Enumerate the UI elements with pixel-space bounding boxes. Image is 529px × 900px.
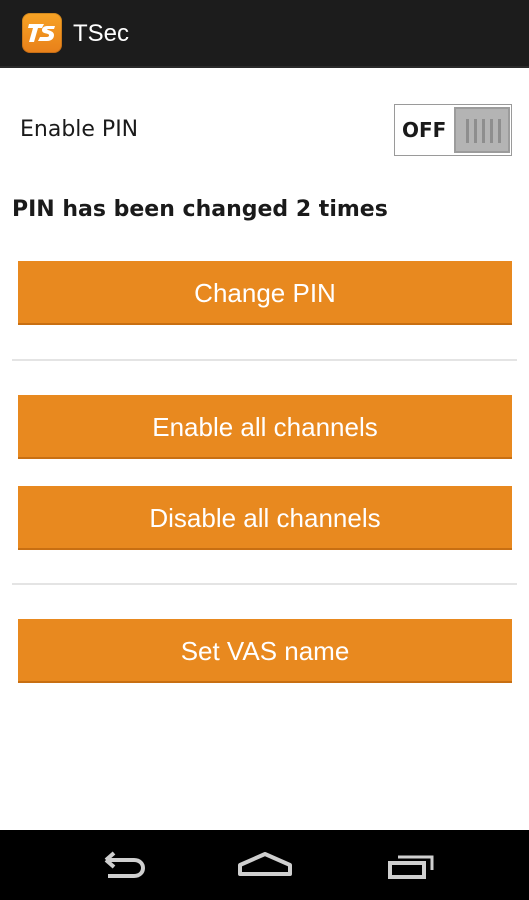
pin-change-counter: PIN has been changed 2 times bbox=[12, 197, 388, 222]
enable-all-channels-button[interactable]: Enable all channels bbox=[18, 395, 512, 459]
toggle-state-label: OFF bbox=[402, 118, 447, 142]
home-icon bbox=[238, 852, 292, 876]
change-pin-button[interactable]: Change PIN bbox=[18, 261, 512, 325]
recents-icon bbox=[388, 855, 434, 879]
app-icon[interactable] bbox=[22, 13, 62, 53]
thumb-grip-line bbox=[466, 119, 469, 143]
action-bar: TSec bbox=[0, 0, 529, 68]
enable-pin-toggle[interactable]: OFF bbox=[394, 104, 512, 156]
section-divider bbox=[12, 359, 517, 361]
back-button[interactable] bbox=[68, 830, 168, 900]
thumb-grip-line bbox=[474, 119, 477, 143]
thumb-grip-line bbox=[490, 119, 493, 143]
navigation-bar bbox=[0, 830, 529, 900]
thumb-grip-line bbox=[482, 119, 485, 143]
back-icon bbox=[104, 851, 146, 878]
app-title: TSec bbox=[73, 20, 130, 47]
enable-pin-label: Enable PIN bbox=[20, 117, 139, 142]
set-vas-name-button[interactable]: Set VAS name bbox=[18, 619, 512, 683]
section-divider bbox=[12, 583, 517, 585]
toggle-thumb[interactable] bbox=[454, 107, 510, 153]
recents-button[interactable] bbox=[362, 830, 462, 900]
home-button[interactable] bbox=[215, 830, 315, 900]
thumb-grip-line bbox=[498, 119, 501, 143]
disable-all-channels-button[interactable]: Disable all channels bbox=[18, 486, 512, 550]
